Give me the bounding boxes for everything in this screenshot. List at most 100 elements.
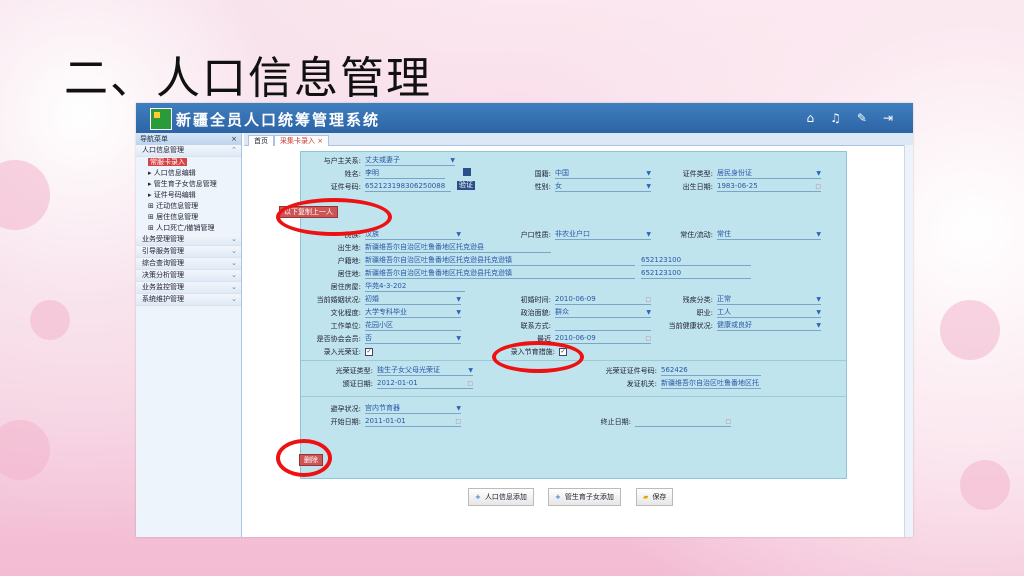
sidebar-subitem-idno[interactable]: ▸ 证件号码编辑 — [136, 190, 241, 201]
sidebar-item-population[interactable]: 人口信息管理 ⌃ — [136, 145, 241, 157]
disability-select[interactable]: 正常 — [717, 295, 821, 305]
domicile-label: 户籍地: — [337, 257, 361, 265]
contact-input[interactable] — [555, 321, 651, 331]
idtype-label: 证件类型: — [682, 170, 713, 178]
gender-select[interactable]: 女 — [555, 182, 651, 192]
honor-no-label: 光荣证证件号码: — [605, 367, 657, 375]
save-button[interactable]: ▰ 保存 — [636, 488, 674, 506]
home-icon[interactable]: ⌂ — [806, 111, 814, 125]
close-icon[interactable]: × — [231, 133, 237, 145]
chevron-up-icon: ⌃ — [231, 146, 237, 154]
honor-checkbox[interactable]: ✓ — [365, 348, 373, 356]
relation-select[interactable]: 丈夫或妻子 — [365, 156, 455, 166]
job-select[interactable]: 工人 — [717, 308, 821, 318]
marital-select[interactable]: 初婚 — [365, 295, 461, 305]
exit-icon[interactable]: ⇥ — [883, 111, 893, 125]
house-input[interactable]: 华苑4-3-202 — [365, 282, 465, 292]
tab-card-entry[interactable]: 采集卡录入 × — [274, 135, 330, 146]
birth-date-input[interactable]: 1983-06-25 — [717, 182, 821, 192]
sidebar-subitem-edit[interactable]: ▸ 人口信息编辑 — [136, 168, 241, 179]
hukou-label: 户口性质: — [520, 231, 551, 239]
hukou-select[interactable]: 非农业户口 — [555, 230, 651, 240]
contra-label: 避孕状况: — [330, 405, 361, 413]
idno-label: 证件号码: — [330, 183, 361, 191]
sidebar-item-monitor[interactable]: 业务监控管理 ⌄ — [136, 282, 241, 294]
sidebar-header: 导航菜单 × — [136, 133, 241, 145]
live-input[interactable]: 新疆维吾尔自治区吐鲁番地区托克逊县托克逊镇 — [365, 269, 635, 279]
chevron-down-icon: ⌄ — [231, 283, 237, 291]
highlight-ring — [492, 341, 584, 373]
app-window: 新疆全员人口统筹管理系统 ⌂ ♫ ✎ ⇥ 导航菜单 × 人口信息管理 ⌃ 常服卡录… — [136, 103, 913, 537]
marital-label: 当前婚姻状况: — [316, 296, 361, 304]
start-date-input[interactable]: 2011-01-01 — [365, 417, 461, 427]
birthplace-label: 出生地: — [337, 244, 361, 252]
verify-button[interactable]: 验证 — [457, 181, 475, 190]
health-select[interactable]: 健康或良好 — [717, 321, 821, 331]
vertical-scrollbar[interactable] — [904, 145, 913, 537]
honor-type-select[interactable]: 独生子女父母光荣证 — [377, 366, 473, 376]
sidebar-subitem-migration[interactable]: ⊞ 迁动信息管理 — [136, 201, 241, 212]
sidebar-item-query[interactable]: 综合查询管理 ⌄ — [136, 258, 241, 270]
issue-org-input[interactable]: 新疆维吾尔自治区吐鲁番地区托 — [661, 379, 761, 389]
honor-no-input[interactable]: 562426 — [661, 366, 761, 376]
work-label: 工作单位: — [330, 322, 361, 330]
main-content: 首页 采集卡录入 × 与户主关系: 丈夫或妻子 姓名: 李明 国籍: 中国 证件… — [244, 133, 913, 537]
app-title: 新疆全员人口统筹管理系统 — [176, 111, 381, 129]
residence-type-select[interactable]: 常住 — [717, 230, 821, 240]
domicile-code: 652123100 — [641, 256, 751, 266]
chevron-down-icon: ⌄ — [231, 271, 237, 279]
work-input[interactable]: 花园小区 — [365, 321, 461, 331]
add-person-button[interactable]: + 人口信息添加 — [468, 488, 534, 506]
sidebar-item-business[interactable]: 业务受理管理 ⌄ — [136, 234, 241, 246]
sidebar-item-system[interactable]: 系统维护管理 ⌄ — [136, 294, 241, 306]
issue-org-label: 发证机关: — [626, 380, 657, 388]
blossom-decoration — [940, 300, 1000, 360]
contact-label: 联系方式: — [520, 322, 551, 330]
highlight-ring — [276, 198, 392, 236]
marry-date-input[interactable]: 2010-06-09 — [555, 295, 651, 305]
relation-label: 与户主关系: — [323, 157, 361, 165]
sidebar-subitem-death[interactable]: ⊞ 人口死亡/撤销管理 — [136, 223, 241, 234]
edu-select[interactable]: 大学专科毕业 — [365, 308, 461, 318]
nationality-label: 国籍: — [534, 170, 551, 178]
politic-select[interactable]: 群众 — [555, 308, 651, 318]
app-header: 新疆全员人口统筹管理系统 ⌂ ♫ ✎ ⇥ — [136, 103, 913, 133]
wrench-icon[interactable]: ✎ — [857, 111, 867, 125]
sidebar-subitem-residence[interactable]: ⊞ 居住信息管理 — [136, 212, 241, 223]
contra-select[interactable]: 宫内节育器 — [365, 404, 461, 414]
blossom-decoration — [30, 300, 70, 340]
assoc-date-input[interactable]: 2010-06-09 — [555, 334, 651, 344]
sidebar-item-guide[interactable]: 引导服务管理 ⌄ — [136, 246, 241, 258]
birthplace-input[interactable]: 新疆维吾尔自治区吐鲁番地区托克逊县 — [365, 243, 551, 253]
bell-icon[interactable]: ♫ — [830, 111, 841, 125]
sidebar-subitem-children[interactable]: ▸ 管生育子女信息管理 — [136, 179, 241, 190]
sidebar-item-analysis[interactable]: 决策分析管理 ⌄ — [136, 270, 241, 282]
domicile-input[interactable]: 新疆维吾尔自治区吐鲁番地区托克逊县托克逊镇 — [365, 256, 635, 266]
add-child-button[interactable]: + 管生育子女添加 — [548, 488, 621, 506]
section-divider — [301, 396, 846, 397]
pick-icon[interactable] — [463, 168, 471, 176]
issue-date-input[interactable]: 2012-01-01 — [377, 379, 473, 389]
name-label: 姓名: — [344, 170, 361, 178]
highlight-ring — [276, 439, 332, 477]
house-label: 居住房屋: — [330, 283, 361, 291]
birth-label: 出生日期: — [682, 183, 713, 191]
sidebar: 导航菜单 × 人口信息管理 ⌃ 常服卡录入 ▸ 人口信息编辑 ▸ 管生育子女信息管… — [136, 133, 242, 537]
app-logo — [150, 108, 172, 130]
edu-label: 文化程度: — [330, 309, 361, 317]
idno-input[interactable]: 652123198306250088 — [365, 182, 451, 192]
end-date-input[interactable] — [635, 417, 731, 427]
name-input[interactable]: 李明 — [365, 169, 445, 179]
health-label: 当前健康状况: — [668, 322, 713, 330]
job-label: 职业: — [696, 309, 713, 317]
sidebar-subitem-card-entry[interactable]: 常服卡录入 — [136, 157, 241, 168]
start-label: 开始日期: — [330, 418, 361, 426]
ethnic-select[interactable]: 汉族 — [365, 230, 461, 240]
nationality-select[interactable]: 中国 — [555, 169, 651, 179]
plus-icon: + — [555, 493, 561, 501]
assoc-select[interactable]: 否 — [365, 334, 461, 344]
chevron-down-icon: ⌄ — [231, 247, 237, 255]
tab-home[interactable]: 首页 — [248, 135, 274, 146]
idtype-select[interactable]: 居民身份证 — [717, 169, 821, 179]
entry-form: 与户主关系: 丈夫或妻子 姓名: 李明 国籍: 中国 证件类型: 居民身份证 证… — [279, 151, 847, 479]
